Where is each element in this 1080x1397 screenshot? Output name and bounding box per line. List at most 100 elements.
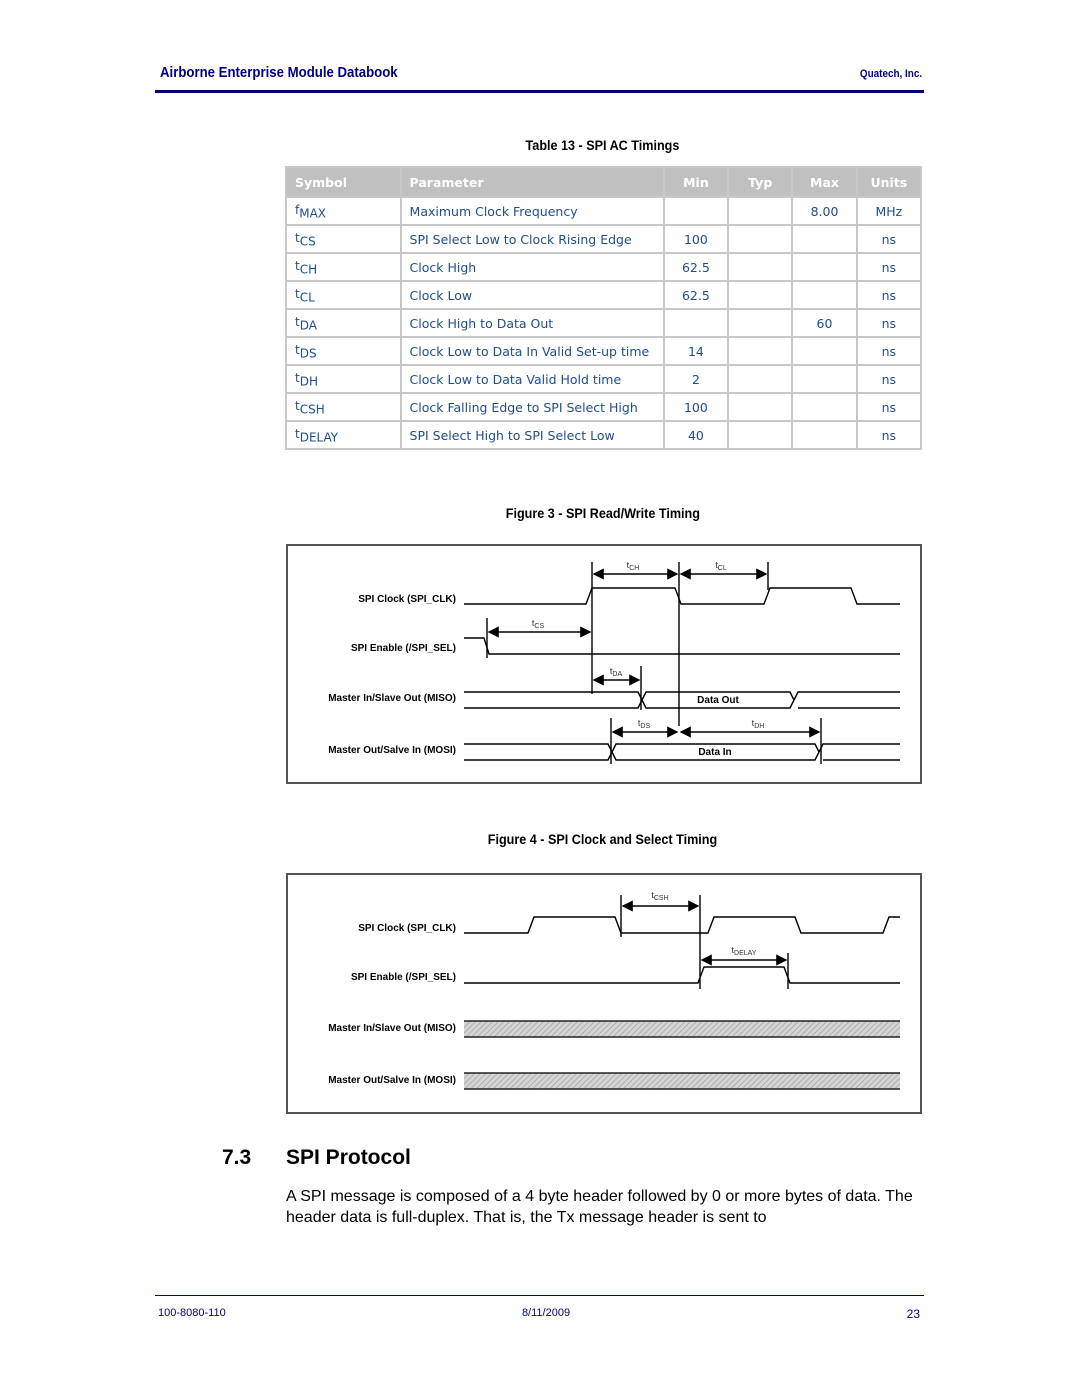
- tcs-label: tCS: [532, 618, 545, 630]
- table-row: tDELAY SPI Select High to SPI Select Low 4…: [285, 420, 923, 450]
- cell-typ: [727, 336, 794, 366]
- cell-typ: [727, 308, 794, 338]
- symbol-subscript: CS: [299, 234, 316, 249]
- cell-units: ns: [855, 420, 923, 450]
- cell-min: 62.5: [662, 280, 730, 310]
- col-parameter: Parameter: [399, 166, 665, 198]
- symbol-subscript: MAX: [299, 206, 327, 221]
- cell-typ: [727, 392, 794, 422]
- signal-label-mosi: Master Out/Salve In (MOSI): [328, 745, 456, 756]
- header-company: Quatech, Inc.: [859, 68, 922, 80]
- table-header-row: Symbol Parameter Min Typ Max Units: [285, 166, 923, 198]
- cell-max: [791, 336, 858, 366]
- figure3-timing-diagram: SPI Clock (SPI_CLK) SPI Enable (/SPI_SEL…: [286, 544, 922, 784]
- cell-symbol: tCS: [285, 224, 402, 254]
- symbol-subscript: DH: [299, 374, 318, 389]
- cell-max: [791, 224, 858, 254]
- cell-min: 100: [662, 392, 730, 422]
- tcsh-label: tCSH: [651, 890, 668, 902]
- cell-max: [791, 420, 858, 450]
- cell-parameter: SPI Select High to SPI Select Low: [399, 420, 665, 450]
- cell-max: [791, 364, 858, 394]
- spi-sel-waveform: [464, 637, 900, 655]
- data-out-label: Data Out: [697, 695, 739, 706]
- cell-min: [662, 308, 730, 338]
- cell-typ: [727, 280, 794, 310]
- cell-min: 40: [662, 420, 730, 450]
- cell-min: 100: [662, 224, 730, 254]
- cell-max: [791, 280, 858, 310]
- cell-typ: [727, 420, 794, 450]
- cell-min: 14: [662, 336, 730, 366]
- cell-parameter: Clock Falling Edge to SPI Select High: [399, 392, 665, 422]
- table-row: tDS Clock Low to Data In Valid Set-up tim…: [285, 336, 923, 366]
- table-row: tDH Clock Low to Data Valid Hold time 2 ns: [285, 364, 923, 394]
- miso-waveform: [464, 691, 900, 709]
- cell-max: 8.00: [791, 196, 858, 226]
- table-row: tDA Clock High to Data Out 60 ns: [285, 308, 923, 338]
- signal-label-spi-sel: SPI Enable (/SPI_SEL): [351, 643, 456, 654]
- symbol-subscript: CH: [299, 262, 318, 277]
- tda-label: tDA: [610, 666, 623, 678]
- cell-units: ns: [855, 336, 923, 366]
- cell-symbol: tCH: [285, 252, 402, 282]
- tdelay-label: tDELAY: [732, 945, 757, 957]
- col-symbol: Symbol: [285, 166, 402, 198]
- cell-typ: [727, 196, 794, 226]
- table-row: tCSH Clock Falling Edge to SPI Select Hig…: [285, 392, 923, 422]
- tcl-label: tCL: [715, 560, 727, 572]
- cell-typ: [727, 224, 794, 254]
- cell-parameter: Clock Low to Data Valid Hold time: [399, 364, 665, 394]
- figure3-caption: Figure 3 - SPI Read/Write Timing: [505, 505, 700, 521]
- mosi-waveform: [464, 743, 900, 761]
- table-row: tCS SPI Select Low to Clock Rising Edge 10…: [285, 224, 923, 254]
- cell-symbol: tCSH: [285, 392, 402, 422]
- signal-label-spi-sel: SPI Enable (/SPI_SEL): [351, 972, 456, 983]
- miso-dont-care-band: [464, 1021, 900, 1037]
- spi-clk-waveform: [464, 587, 900, 605]
- mosi-dont-care-band: [464, 1073, 900, 1089]
- table-row: tCL Clock Low 62.5 ns: [285, 280, 923, 310]
- cell-units: MHz: [855, 196, 923, 226]
- cell-parameter: Maximum Clock Frequency: [399, 196, 665, 226]
- cell-units: ns: [855, 252, 923, 282]
- col-min: Min: [662, 166, 730, 198]
- spi-clk-waveform: [464, 916, 900, 934]
- cell-symbol: tDA: [285, 308, 402, 338]
- signal-label-spi-clk: SPI Clock (SPI_CLK): [358, 923, 456, 934]
- cell-min: 62.5: [662, 252, 730, 282]
- footer-page-number: 23: [906, 1307, 920, 1321]
- tch-label: tCH: [627, 560, 640, 572]
- figure4-timing-diagram: SPI Clock (SPI_CLK) SPI Enable (/SPI_SEL…: [286, 873, 922, 1114]
- table-row: fMAX Maximum Clock Frequency 8.00 MHz: [285, 196, 923, 226]
- col-typ: Typ: [727, 166, 794, 198]
- figure3-svg: SPI Clock (SPI_CLK) SPI Enable (/SPI_SEL…: [328, 560, 900, 764]
- cell-parameter: Clock Low: [399, 280, 665, 310]
- figure4-svg: SPI Clock (SPI_CLK) SPI Enable (/SPI_SEL…: [328, 890, 900, 1090]
- tds-label: tDS: [638, 718, 651, 730]
- symbol-subscript: DA: [299, 318, 317, 333]
- col-units: Units: [855, 166, 923, 198]
- spi-sel-waveform: [464, 966, 900, 984]
- cell-units: ns: [855, 392, 923, 422]
- symbol-subscript: CSH: [299, 402, 325, 417]
- spi-ac-timings-table: Symbol Parameter Min Typ Max Units fMAX M…: [285, 166, 923, 450]
- header-rule: [155, 90, 924, 93]
- header-title: Airborne Enterprise Module Databook: [160, 64, 398, 81]
- signal-label-miso: Master In/Slave Out (MISO): [328, 1023, 456, 1034]
- tdh-label: tDH: [752, 718, 765, 730]
- section-number: 7.3: [222, 1146, 252, 1169]
- symbol-subscript: DELAY: [299, 430, 339, 445]
- table-caption: Table 13 - SPI AC Timings: [525, 137, 680, 153]
- signal-label-spi-clk: SPI Clock (SPI_CLK): [358, 594, 456, 605]
- data-in-label: Data In: [698, 747, 731, 758]
- section-title: SPI Protocol: [286, 1146, 411, 1169]
- figure4-caption: Figure 4 - SPI Clock and Select Timing: [487, 831, 718, 847]
- footer-rule: [155, 1295, 924, 1296]
- cell-units: ns: [855, 280, 923, 310]
- section-body-paragraph: A SPI message is composed of a 4 byte he…: [286, 1188, 913, 1226]
- table-row: tCH Clock High 62.5 ns: [285, 252, 923, 282]
- cell-units: ns: [855, 308, 923, 338]
- cell-parameter: Clock High to Data Out: [399, 308, 665, 338]
- cell-typ: [727, 252, 794, 282]
